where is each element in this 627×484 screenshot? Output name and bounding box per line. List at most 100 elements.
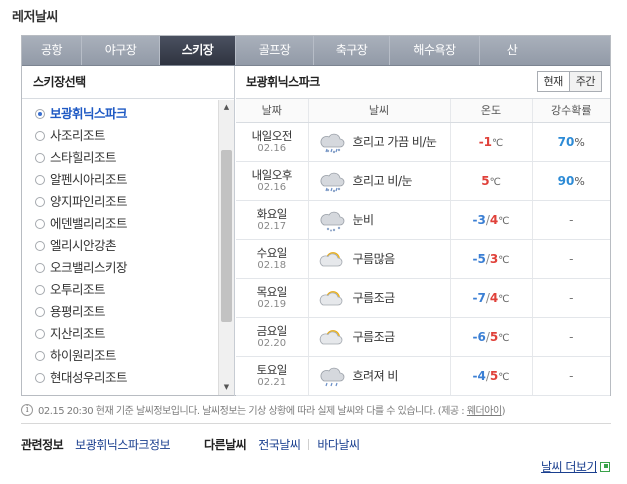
ski-selector-title: 스키장선택 — [22, 66, 234, 99]
forecast-weather-cell: 구름조금 — [308, 278, 451, 318]
forecast-date: 02.20 — [257, 337, 287, 349]
ski-resort-item[interactable]: 양지파인리조트 — [22, 191, 234, 213]
ski-resort-item[interactable]: 현대성우리조트 — [22, 367, 234, 389]
radio-button-icon[interactable] — [35, 219, 45, 229]
radio-button-icon[interactable] — [35, 241, 45, 251]
forecast-day: 화요일 — [256, 206, 288, 221]
forecast-day: 내일오전 — [251, 128, 293, 143]
radio-button-icon[interactable] — [35, 153, 45, 163]
ski-resort-item[interactable]: 알펜시아리조트 — [22, 169, 234, 191]
rain-prob: 90 — [557, 173, 575, 188]
forecast-rain-cell: - — [532, 356, 610, 396]
forecast-weather-cell: 눈비 — [308, 200, 451, 240]
ski-resort-item[interactable]: 용평리조트 — [22, 301, 234, 323]
tab-3[interactable]: 골프장 — [236, 36, 314, 65]
notice-body: 02.15 20:30 현재 기준 날씨정보입니다. 날씨정보는 기상 상황에 … — [38, 406, 467, 417]
scroll-down-arrow-icon[interactable]: ▼ — [219, 380, 234, 395]
forecast-date-cell: 수요일 02.18 — [236, 239, 309, 279]
temp-unit: ℃ — [498, 254, 510, 266]
ski-resort-item[interactable]: 오투리조트 — [22, 279, 234, 301]
divider — [308, 439, 310, 450]
radio-button-icon[interactable] — [35, 175, 45, 185]
tab-6[interactable]: 산 — [480, 36, 544, 65]
forecast-temp-cell: -6/5℃ — [450, 317, 533, 357]
forecast-table-header: 날짜 날씨 온도 강수확률 — [236, 99, 610, 123]
radio-button-icon[interactable] — [35, 109, 45, 119]
snow-rain-cloud-icon — [317, 169, 347, 193]
ski-resort-label: 하이원리조트 — [50, 348, 117, 363]
ski-resort-item[interactable]: 스타힐리조트 — [22, 147, 234, 169]
more-weather-link[interactable]: 날씨 더보기 — [541, 458, 610, 475]
radio-button-icon[interactable] — [35, 307, 45, 317]
ski-resort-item[interactable]: 사조리조트 — [22, 125, 234, 147]
forecast-date: 02.17 — [257, 220, 287, 232]
radio-button-icon[interactable] — [35, 131, 45, 141]
resort-info-link[interactable]: 보광휘닉스파크정보 — [75, 436, 170, 453]
info-icon: i — [21, 403, 33, 416]
ski-resort-label: 엘리시안강촌 — [50, 238, 117, 253]
forecast-row: 수요일 02.18 구름많음 -5/3℃ - — [236, 239, 610, 279]
ski-resort-label: 현대성우리조트 — [50, 370, 128, 385]
radio-button-icon[interactable] — [35, 373, 45, 383]
tab-0[interactable]: 공항 — [22, 36, 82, 65]
forecast-rain-cell: - — [532, 317, 610, 357]
weather-desc: 눈비 — [352, 213, 375, 227]
rain-prob: - — [569, 251, 574, 266]
ski-resort-item[interactable]: 보광휘닉스파크 — [22, 103, 234, 125]
ski-resort-label: 스타힐리조트 — [50, 150, 117, 165]
rain-prob: - — [569, 368, 574, 383]
ski-resort-item[interactable]: 지산리조트 — [22, 323, 234, 345]
radio-button-icon[interactable] — [35, 263, 45, 273]
col-temp: 온도 — [450, 99, 533, 123]
tab-1[interactable]: 야구장 — [82, 36, 160, 65]
temp-max: 5 — [489, 368, 499, 383]
ski-resort-item[interactable]: 엘리시안강촌 — [22, 235, 234, 257]
scrollbar[interactable]: ▲ ▼ — [218, 100, 234, 395]
temp-unit: ℃ — [498, 371, 510, 383]
national-weather-link[interactable]: 전국날씨 — [258, 436, 301, 453]
col-weather: 날씨 — [308, 99, 451, 123]
sea-weather-link[interactable]: 바다날씨 — [317, 436, 360, 453]
forecast-day: 수요일 — [256, 245, 288, 260]
forecast-temp-cell: -5/3℃ — [450, 239, 533, 279]
radio-button-icon[interactable] — [35, 197, 45, 207]
temp-min: -3 — [472, 212, 486, 227]
scroll-up-arrow-icon[interactable]: ▲ — [219, 100, 234, 115]
forecast-weather-cell: 구름조금 — [308, 317, 451, 357]
temp-unit: ℃ — [498, 332, 510, 344]
ski-resort-item[interactable]: 하이원리조트 — [22, 345, 234, 367]
forecast-header: 보광휘닉스파크 현재 주간 — [236, 66, 610, 99]
weather-desc: 구름조금 — [352, 291, 396, 305]
ski-resort-label: 용평리조트 — [50, 304, 106, 319]
temp-max: 3 — [489, 251, 499, 266]
temp-unit: ℃ — [498, 215, 510, 227]
scroll-thumb[interactable] — [221, 150, 232, 323]
other-weather-label: 다른날씨 — [204, 438, 247, 452]
page-title: 레저날씨 — [12, 10, 58, 25]
radio-button-icon[interactable] — [35, 285, 45, 295]
ski-resort-label: 에덴밸리리조트 — [50, 216, 128, 231]
ski-resort-label: 보광휘닉스파크 — [50, 106, 128, 121]
ski-resort-label: 오투리조트 — [50, 282, 106, 297]
current-button[interactable]: 현재 — [536, 71, 570, 92]
tab-5[interactable]: 해수욕장 — [390, 36, 480, 65]
forecast-temp-cell: -1℃ — [450, 122, 533, 162]
ski-resort-item[interactable]: 오크밸리스키장 — [22, 257, 234, 279]
ski-resort-list: 보광휘닉스파크사조리조트스타힐리조트알펜시아리조트 양지파인리조트에덴밸리리조트엘… — [22, 99, 234, 389]
radio-button-icon[interactable] — [35, 351, 45, 361]
forecast-rain-cell: - — [532, 200, 610, 240]
radio-button-icon[interactable] — [35, 329, 45, 339]
ski-resort-item[interactable]: 에덴밸리리조트 — [22, 213, 234, 235]
forecast-weather-cell: 흐리고 가끔 비/눈 — [308, 122, 451, 162]
weekly-button[interactable]: 주간 — [569, 71, 602, 92]
provider-link[interactable]: 웨더아이 — [467, 406, 502, 417]
info-notice: i 02.15 20:30 현재 기준 날씨정보입니다. 날씨정보는 기상 상황… — [21, 402, 611, 424]
rain-prob: - — [569, 290, 574, 305]
more-weather-label: 날씨 더보기 — [540, 460, 598, 474]
forecast-date: 02.21 — [257, 376, 287, 388]
tab-2[interactable]: 스키장 — [160, 36, 236, 65]
tab-4[interactable]: 축구장 — [314, 36, 390, 65]
temp-min: -7 — [472, 290, 486, 305]
weather-desc: 흐리고 비/눈 — [352, 174, 413, 188]
weather-desc: 구름많음 — [352, 252, 396, 266]
